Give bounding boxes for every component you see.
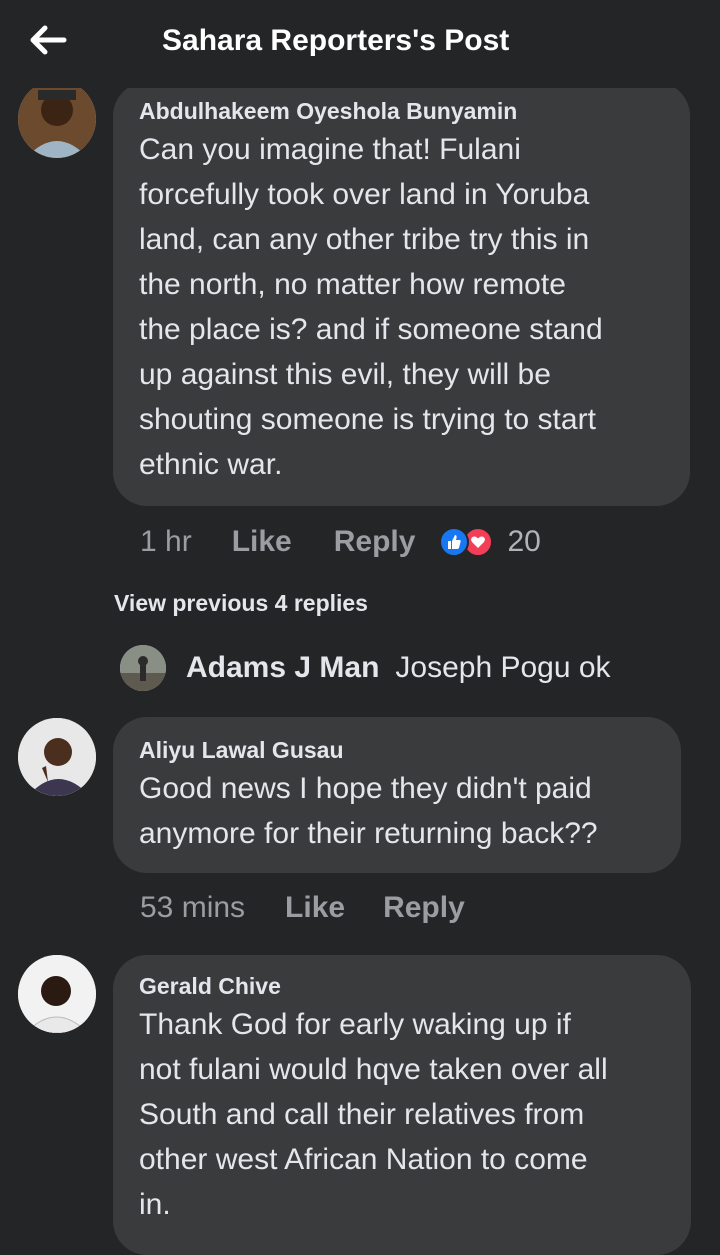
reply-preview[interactable]: Adams J Man Joseph Pogu ok: [120, 645, 611, 691]
reply-button[interactable]: Reply: [334, 525, 416, 559]
comment-bubble[interactable]: Gerald Chive Thank God for early waking …: [113, 955, 691, 1255]
comment-timestamp[interactable]: 53 mins: [140, 891, 245, 925]
comment-actions: 53 mins Like Reply: [140, 886, 465, 930]
comment-text: Thank God for early waking up if not ful…: [139, 1008, 608, 1221]
back-button[interactable]: [26, 20, 70, 60]
reaction-count: 20: [507, 525, 541, 558]
reply-text: Joseph Pogu ok: [395, 651, 611, 684]
comment-author[interactable]: Aliyu Lawal Gusau: [139, 737, 681, 764]
avatar[interactable]: [120, 645, 166, 691]
comment-bubble[interactable]: Aliyu Lawal Gusau Good news I hope they …: [113, 717, 681, 873]
top-bar: Sahara Reporters's Post: [0, 0, 720, 88]
reactions-summary[interactable]: 20: [439, 525, 541, 559]
reply-author[interactable]: Adams J Man: [186, 651, 379, 685]
comment-text: Can you imagine that! Fulani forcefully …: [139, 133, 603, 481]
avatar[interactable]: [18, 955, 96, 1033]
avatar[interactable]: [18, 80, 96, 158]
comment-author[interactable]: Abdulhakeem Oyeshola Bunyamin: [139, 98, 690, 125]
view-previous-replies-link[interactable]: View previous 4 replies: [114, 590, 368, 617]
comment-timestamp[interactable]: 1 hr: [140, 525, 192, 559]
avatar[interactable]: [18, 718, 96, 796]
like-button[interactable]: Like: [285, 891, 345, 925]
comment-text: Good news I hope they didn't paid anymor…: [139, 772, 598, 850]
like-button[interactable]: Like: [232, 525, 292, 559]
like-icon: [439, 527, 470, 557]
comment-actions: 1 hr Like Reply 20: [140, 520, 541, 564]
reply-button[interactable]: Reply: [383, 891, 465, 925]
page-title: Sahara Reporters's Post: [162, 24, 510, 57]
comment-bubble[interactable]: Abdulhakeem Oyeshola Bunyamin Can you im…: [113, 82, 690, 506]
comment-author[interactable]: Gerald Chive: [139, 973, 691, 1000]
arrow-left-icon: [30, 25, 67, 55]
